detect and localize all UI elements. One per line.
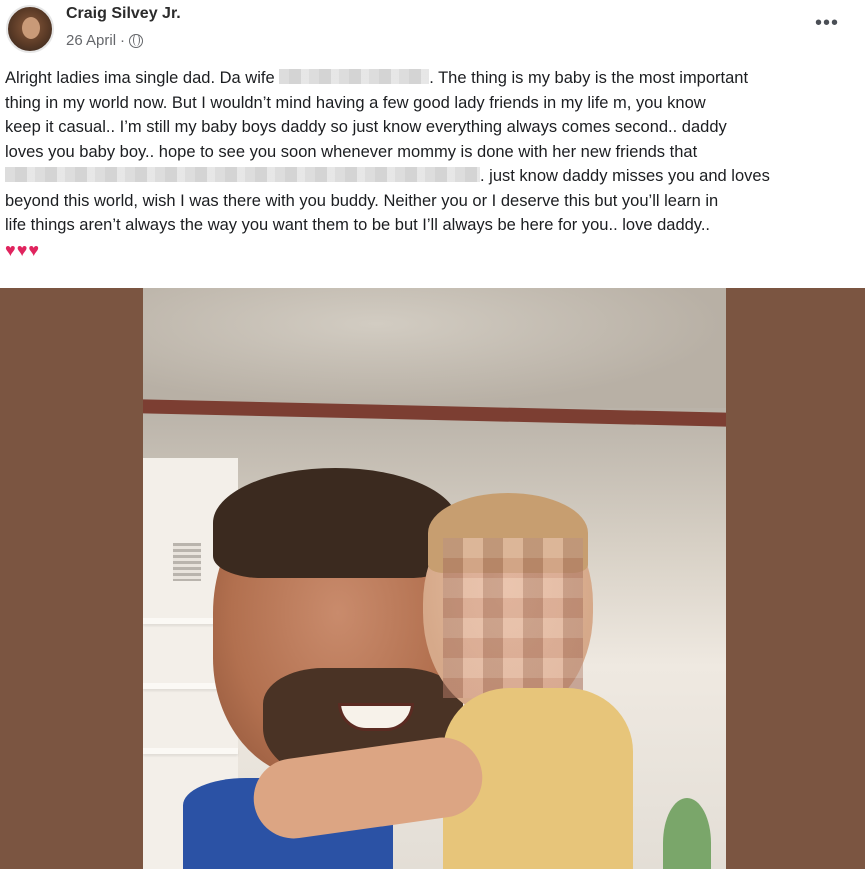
- post-line-1-start: Alright ladies ima single dad. Da wife: [5, 69, 280, 87]
- post-line-7: life things aren’t always the way you wa…: [5, 216, 710, 234]
- post-header: Craig Silvey Jr. 26 April · •••: [0, 0, 865, 62]
- photo-plant: [663, 798, 711, 869]
- photo-ceiling: [143, 288, 726, 408]
- meta-separator: ·: [120, 32, 126, 49]
- post-photo-frame: [0, 288, 865, 869]
- photo-man-hair: [213, 468, 458, 578]
- redacted-text: [279, 69, 430, 84]
- more-options-icon[interactable]: •••: [815, 13, 839, 33]
- post-date[interactable]: 26 April: [66, 32, 116, 49]
- photo-vent: [173, 543, 201, 581]
- post-line-2: thing in my world now. But I wouldn’t mi…: [5, 93, 706, 112]
- redacted-text: [5, 167, 480, 182]
- hearts-emoji: ♥♥♥: [5, 239, 41, 260]
- post-meta: 26 April ·: [66, 32, 144, 49]
- post-line-5: . just know daddy misses you and loves: [5, 164, 863, 189]
- post-line-5-end: . just know daddy misses you and loves: [480, 167, 770, 185]
- post-line-1: Alright ladies ima single dad. Da wife .…: [5, 66, 863, 91]
- post-line-3: keep it casual.. I’m still my baby boys …: [5, 118, 727, 136]
- author-name[interactable]: Craig Silvey Jr.: [66, 5, 181, 23]
- post-line-6: beyond this world, wish I was there with…: [5, 191, 719, 210]
- blurred-face: [443, 538, 583, 698]
- post-line-4: loves you baby boy.. hope to see you soo…: [5, 142, 698, 161]
- post-body: Alright ladies ima single dad. Da wife .…: [5, 66, 863, 262]
- post-photo[interactable]: [143, 288, 726, 869]
- post-line-1-end: . The thing is my baby is the most impor…: [429, 69, 749, 87]
- globe-icon[interactable]: [129, 33, 144, 48]
- photo-shelf: [143, 748, 238, 754]
- author-avatar[interactable]: [6, 5, 54, 53]
